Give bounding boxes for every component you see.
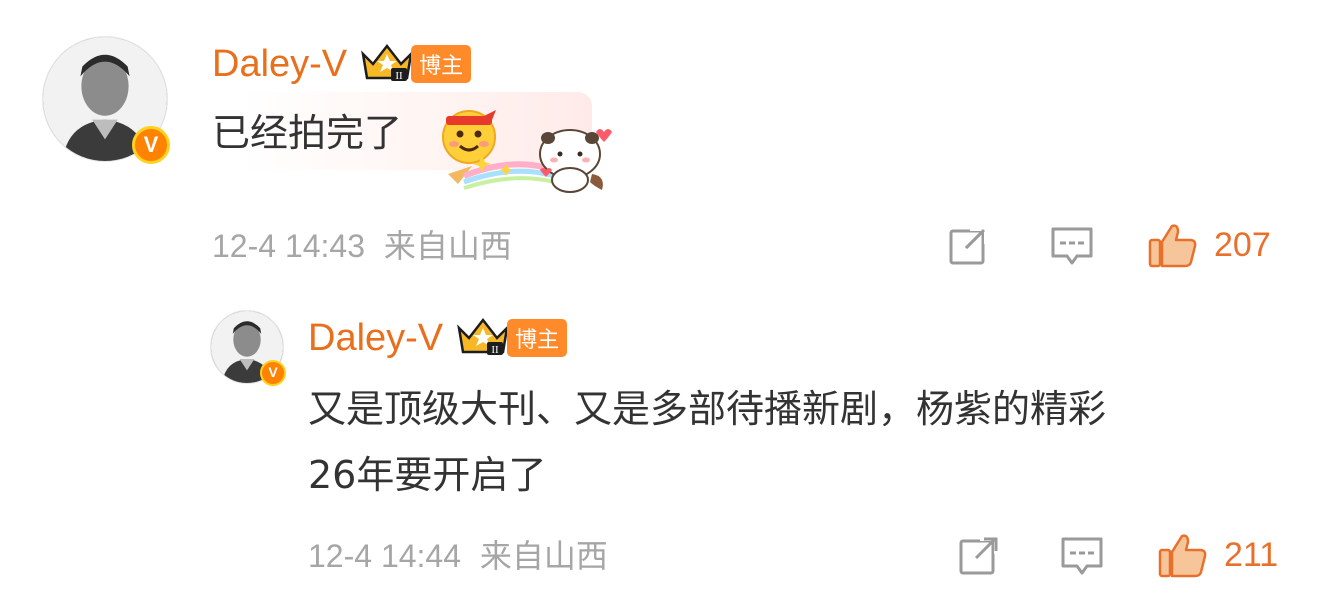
- crown-badge-icon: II: [457, 316, 510, 360]
- svg-text:II: II: [491, 344, 499, 356]
- like-button[interactable]: 207: [1148, 222, 1271, 268]
- comment-text-line2: 26年要开启了: [308, 453, 547, 497]
- avatar[interactable]: V: [210, 310, 286, 386]
- location: 来自山西: [479, 538, 608, 574]
- comment-icon[interactable]: [1050, 226, 1094, 268]
- comment-text: 已经拍完了: [212, 111, 403, 155]
- username[interactable]: Daley-V: [308, 317, 443, 360]
- share-icon[interactable]: [958, 536, 1000, 576]
- blogger-tag: 博主: [411, 45, 472, 83]
- username[interactable]: Daley-V: [212, 43, 347, 86]
- comment-text-line1: 又是顶级大刊、又是多部待播新剧，杨紫的精彩: [308, 387, 1107, 431]
- panda-sticker-icon: [444, 126, 614, 200]
- like-button[interactable]: 211: [1158, 532, 1278, 578]
- verified-badge: V: [132, 126, 170, 164]
- comment-icon[interactable]: [1060, 536, 1104, 578]
- verified-badge: V: [260, 360, 286, 386]
- timestamp: 12-4 14:43: [212, 228, 366, 264]
- blogger-tag: 博主: [507, 319, 568, 357]
- svg-text:II: II: [395, 70, 403, 82]
- comment-meta: 12-4 14:44 来自山西: [308, 536, 608, 576]
- location: 来自山西: [383, 228, 512, 264]
- like-count: 207: [1214, 225, 1271, 264]
- like-count: 211: [1224, 535, 1279, 574]
- thumbs-up-icon: [1148, 222, 1198, 268]
- timestamp: 12-4 14:44: [308, 538, 462, 574]
- comment-meta: 12-4 14:43 来自山西: [212, 226, 512, 266]
- avatar[interactable]: V: [42, 36, 170, 164]
- share-icon[interactable]: [948, 226, 990, 266]
- crown-badge-icon: II: [361, 42, 414, 86]
- thumbs-up-icon: [1158, 532, 1208, 578]
